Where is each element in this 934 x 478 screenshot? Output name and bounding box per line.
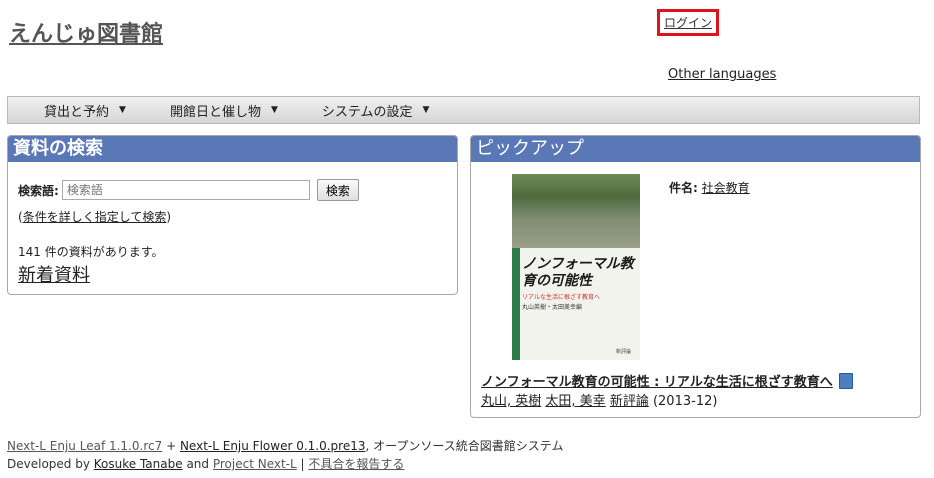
search-button[interactable]: 検索	[316, 179, 359, 201]
cover-photo	[512, 174, 640, 248]
subject-line: 件名: 社会教育	[669, 179, 750, 196]
login-highlight-box: ログイン	[657, 9, 719, 36]
footer: Next-L Enju Leaf 1.1.0.rc7 + Next-L Enju…	[7, 437, 563, 473]
search-form: 検索語: 検索	[18, 179, 359, 201]
developer-link[interactable]: Kosuke Tanabe	[94, 457, 183, 471]
enju-flower-link[interactable]: Next-L Enju Flower 0.1.0.pre13	[180, 439, 366, 453]
pickup-panel-title: ピックアップ	[471, 136, 920, 162]
new-items-link[interactable]: 新着資料	[18, 261, 90, 287]
dropdown-caret-icon: ▼	[119, 105, 126, 115]
cover-authors: 丸山英樹・太田美幸編	[522, 304, 583, 311]
cover-title: ノンフォーマル教育の可能性	[522, 256, 634, 289]
cover-stripe	[512, 248, 520, 360]
cover-subtitle: リアルな生活に根ざす教育へ	[522, 294, 600, 301]
book-cover-image[interactable]: ノンフォーマル教育の可能性 リアルな生活に根ざす教育へ 丸山英樹・太田美幸編 新…	[512, 174, 640, 360]
other-languages-link[interactable]: Other languages	[668, 67, 776, 82]
menu-system-settings[interactable]: システムの設定 ▼	[322, 101, 430, 120]
dropdown-caret-icon: ▼	[270, 105, 278, 115]
author-link[interactable]: 丸山, 英樹	[481, 394, 541, 409]
publisher-link[interactable]: 新評論	[610, 394, 649, 409]
menu-label: システムの設定	[321, 104, 413, 120]
search-panel: 資料の検索 検索語: 検索 (条件を詳しく指定して検索) 141 件の資料があり…	[7, 135, 458, 295]
search-input[interactable]	[61, 180, 310, 200]
enju-leaf-link[interactable]: Next-L Enju Leaf 1.1.0.rc7	[7, 439, 162, 453]
main-menu-bar: 貸出と予約 ▼ 開館日と催し物 ▼ システムの設定 ▼	[7, 96, 920, 124]
menu-circulation[interactable]: 貸出と予約 ▼	[44, 101, 126, 120]
dropdown-caret-icon: ▼	[422, 105, 430, 115]
menu-events[interactable]: 開館日と催し物 ▼	[170, 101, 278, 120]
book-title-link[interactable]: ノンフォーマル教育の可能性 : リアルな生活に根ざす教育へ	[481, 371, 833, 390]
menu-label: 貸出と予約	[44, 104, 110, 120]
report-bug-link[interactable]: 不具合を報告する	[308, 457, 404, 471]
site-title[interactable]: えんじゅ図書館	[9, 16, 163, 48]
footer-line-2: Developed by Kosuke Tanabe and Project N…	[7, 457, 405, 471]
subject-link[interactable]: 社会教育	[702, 181, 750, 195]
book-meta: 丸山, 英樹 太田, 美幸 新評論 (2013-12)	[481, 390, 717, 409]
item-count-text: 141 件の資料があります。	[18, 245, 164, 259]
search-label: 検索語:	[18, 183, 59, 198]
advanced-search-link[interactable]: 条件を詳しく指定して検索	[23, 210, 167, 224]
publication-date: (2013-12)	[652, 394, 718, 409]
author-link[interactable]: 太田, 美幸	[545, 394, 605, 409]
advanced-search: (条件を詳しく指定して検索)	[18, 210, 172, 224]
book-icon	[838, 372, 853, 389]
footer-line-1: Next-L Enju Leaf 1.1.0.rc7 + Next-L Enju…	[7, 439, 564, 453]
search-panel-title: 資料の検索	[8, 136, 457, 162]
subject-label: 件名:	[669, 181, 698, 195]
footer-tail: , オープンソース統合図書館システム	[365, 439, 564, 453]
menu-label: 開館日と催し物	[169, 104, 261, 120]
cover-publisher: 新評論	[616, 349, 632, 355]
login-link[interactable]: ログイン	[664, 14, 712, 31]
project-link[interactable]: Project Next-L	[213, 457, 297, 471]
book-title-row: ノンフォーマル教育の可能性 : リアルな生活に根ざす教育へ	[481, 371, 853, 390]
pickup-panel: ピックアップ ノンフォーマル教育の可能性 リアルな生活に根ざす教育へ 丸山英樹・…	[470, 135, 921, 418]
